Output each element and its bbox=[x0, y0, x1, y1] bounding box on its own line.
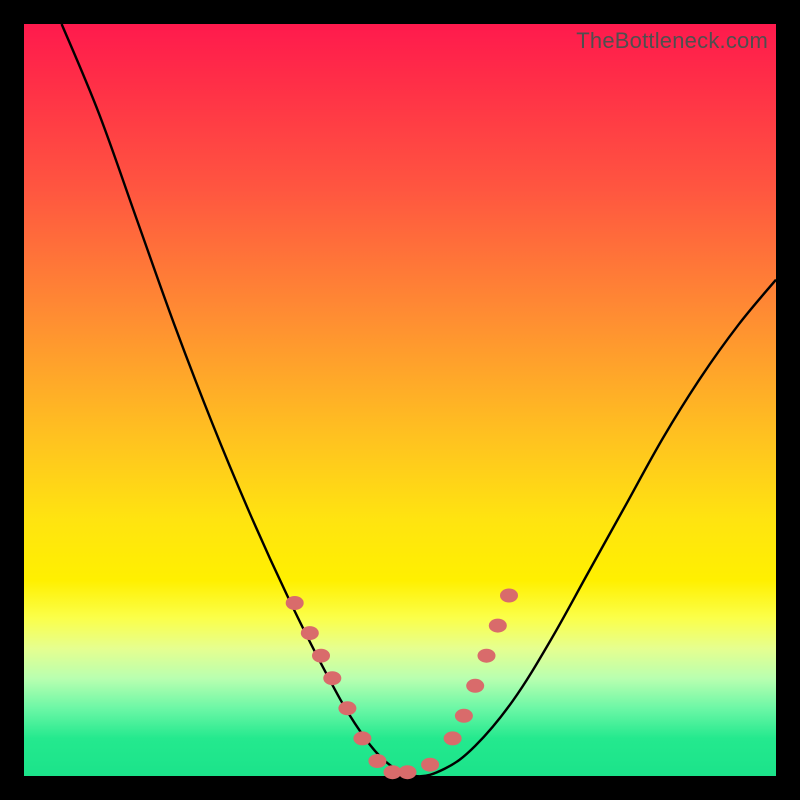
curve-marker bbox=[500, 589, 518, 603]
plot-area: TheBottleneck.com bbox=[24, 24, 776, 776]
chart-frame: TheBottleneck.com bbox=[0, 0, 800, 800]
curve-marker bbox=[399, 765, 417, 779]
curve-layer bbox=[24, 24, 776, 776]
curve-marker bbox=[455, 709, 473, 723]
curve-marker bbox=[478, 649, 496, 663]
bottleneck-curve bbox=[62, 24, 776, 776]
curve-marker bbox=[323, 671, 341, 685]
curve-marker bbox=[466, 679, 484, 693]
curve-marker bbox=[338, 701, 356, 715]
curve-marker bbox=[368, 754, 386, 768]
curve-marker bbox=[353, 731, 371, 745]
curve-marker bbox=[301, 626, 319, 640]
curve-marker bbox=[312, 649, 330, 663]
curve-marker bbox=[489, 619, 507, 633]
curve-marker bbox=[421, 758, 439, 772]
curve-marker bbox=[286, 596, 304, 610]
curve-marker bbox=[444, 731, 462, 745]
